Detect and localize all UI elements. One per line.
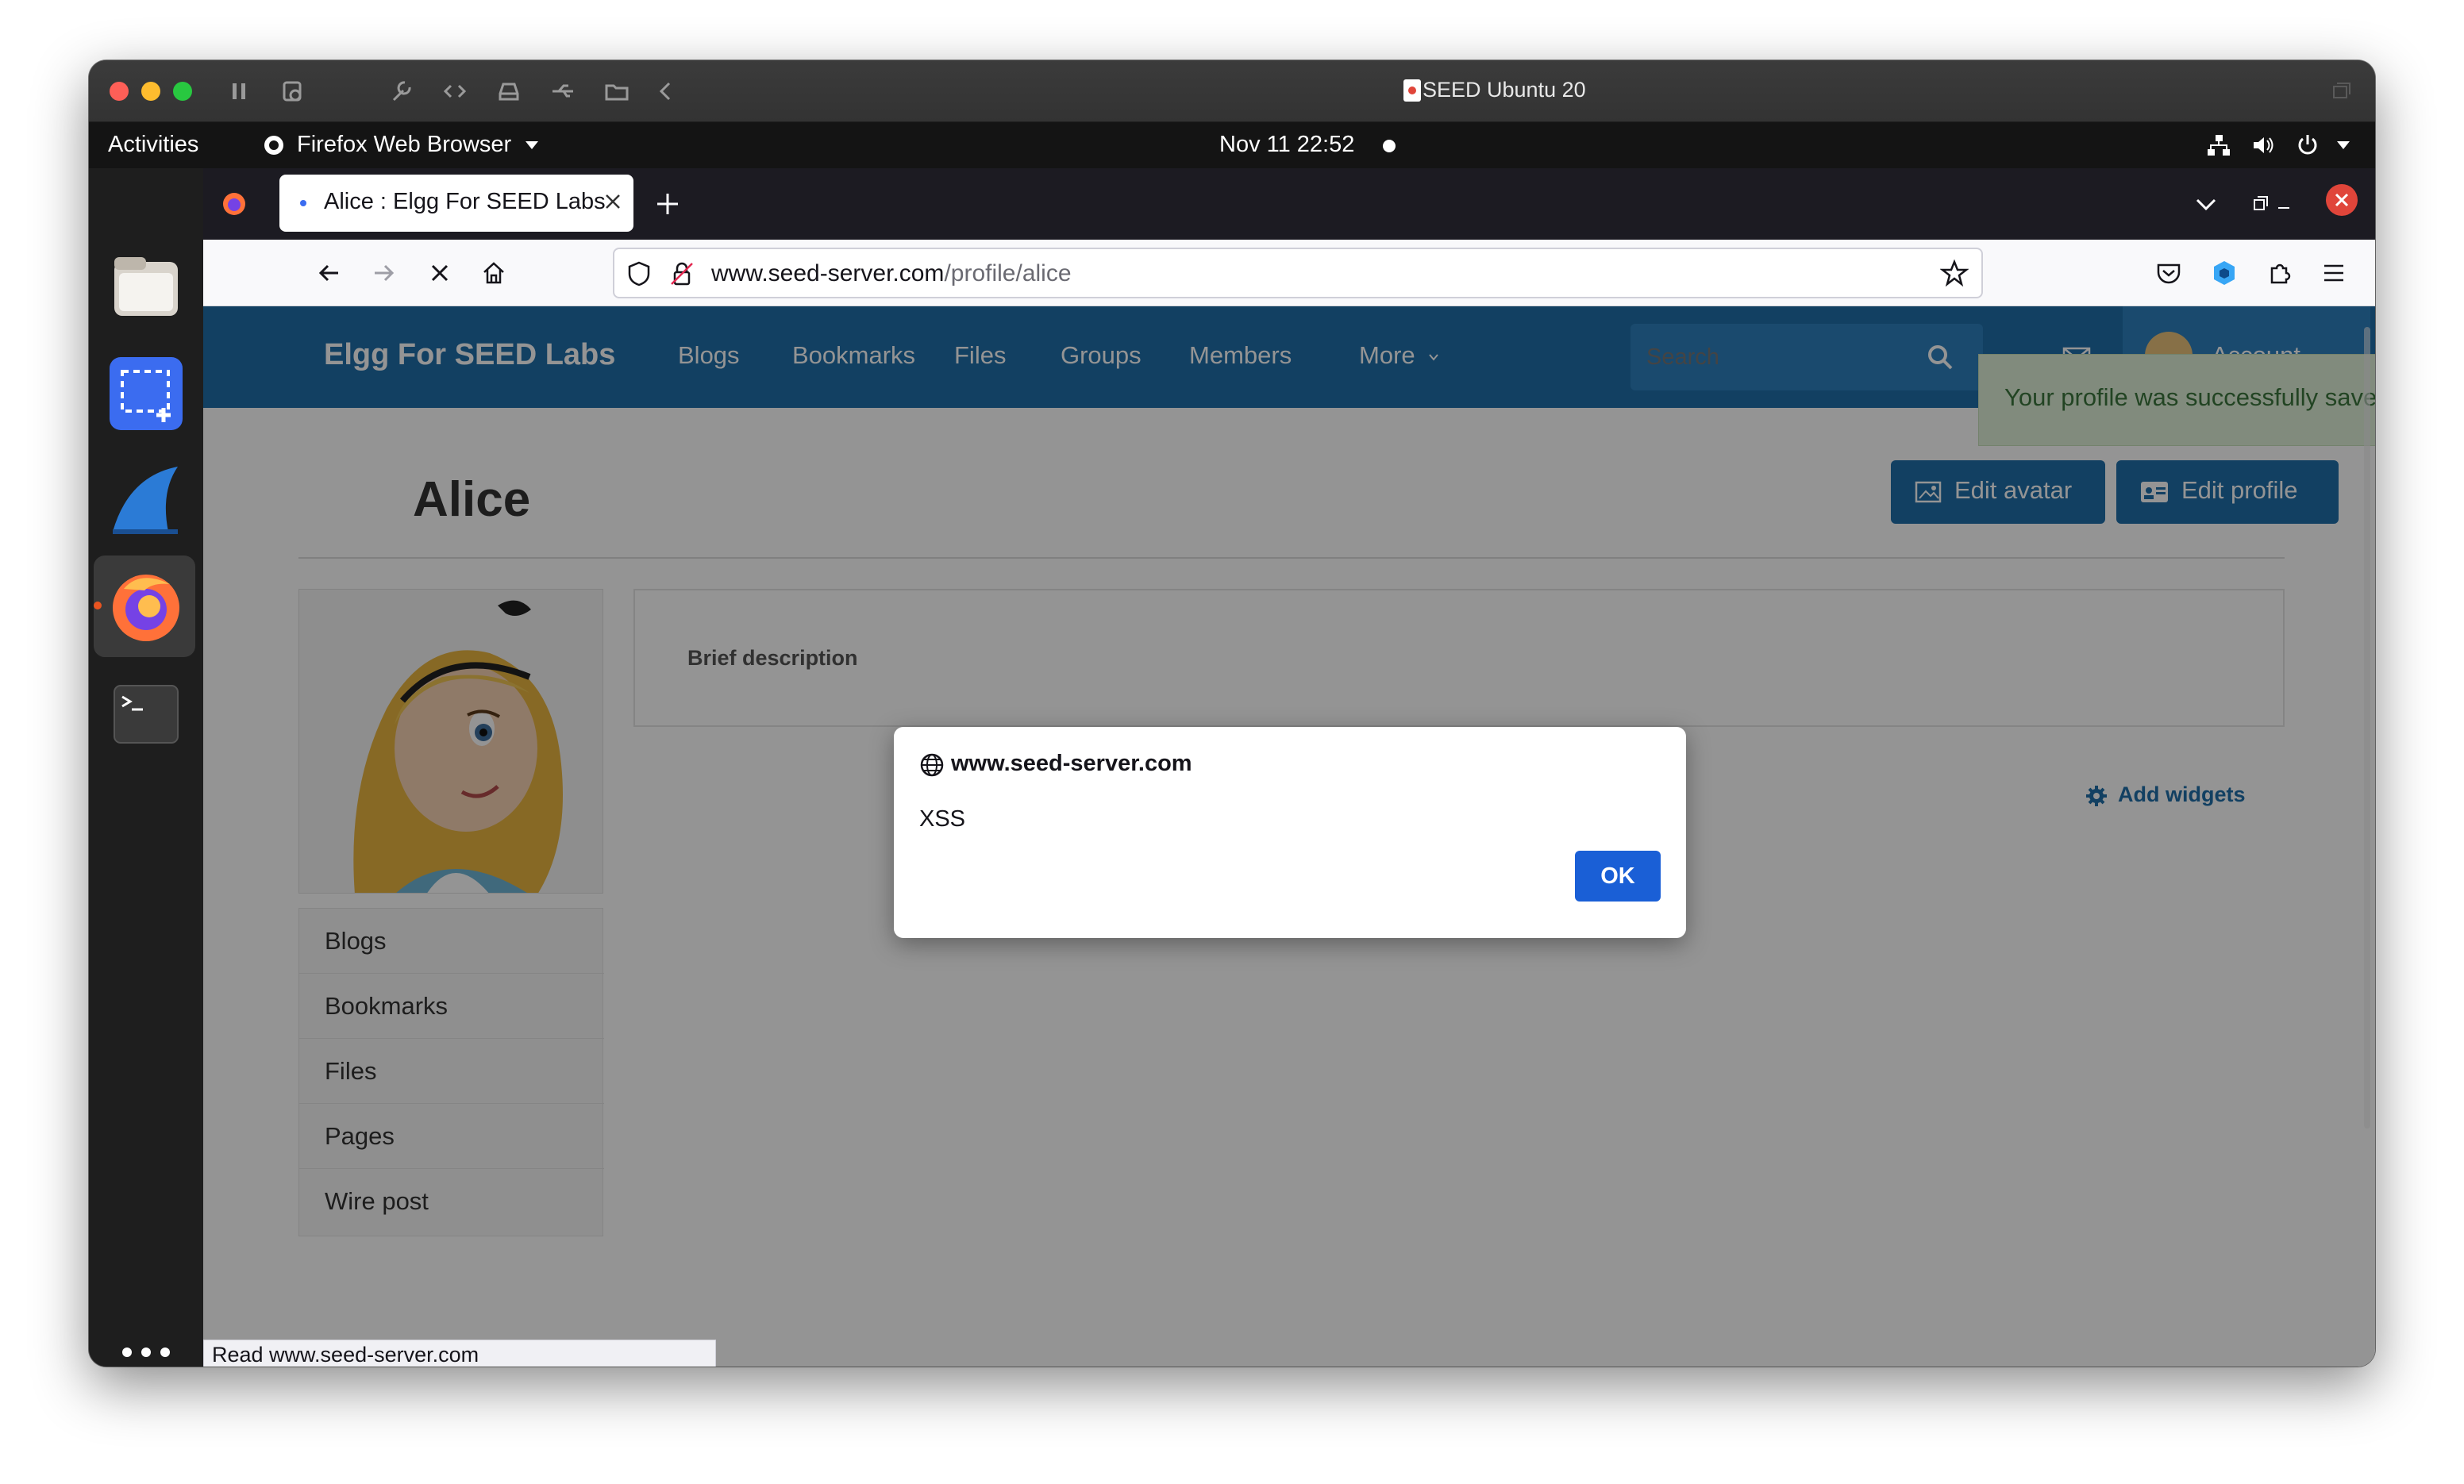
extension-cube-icon[interactable] xyxy=(2210,259,2239,287)
firefox-view-icon[interactable] xyxy=(221,190,248,217)
back-arrow-icon[interactable] xyxy=(314,259,343,287)
network-icon[interactable] xyxy=(2205,132,2232,159)
alert-dialog: www.seed-server.com XSS OK xyxy=(894,727,1686,938)
firefox-app-icon[interactable] xyxy=(105,565,187,648)
notification-dot-icon xyxy=(1383,140,1396,152)
browser-tab-active[interactable]: Alice : Elgg For SEED Labs xyxy=(279,175,633,232)
clock[interactable]: Nov 11 22:52 xyxy=(1219,132,1354,158)
wireshark-app-icon[interactable] xyxy=(105,460,187,543)
ubuntu-dock xyxy=(89,168,203,1367)
tab-loading-icon xyxy=(300,200,306,206)
vm-window: SEED Ubuntu 20 Activities Firefox Web Br… xyxy=(89,60,2375,1367)
code-arrows-icon[interactable] xyxy=(441,78,468,105)
hamburger-menu-icon[interactable] xyxy=(2320,259,2348,287)
usb-icon[interactable] xyxy=(549,78,576,105)
screenshot-app-icon[interactable] xyxy=(105,352,187,435)
url-bar[interactable]: www.seed-server.com/profile/alice xyxy=(613,248,1983,298)
extensions-puzzle-icon[interactable] xyxy=(2266,259,2294,287)
active-app-indicator xyxy=(94,602,102,609)
drive-icon[interactable] xyxy=(495,78,522,105)
files-app-icon[interactable] xyxy=(105,246,187,329)
url-domain: www.seed-server.com xyxy=(711,260,945,286)
wrench-icon[interactable] xyxy=(387,78,414,105)
tab-title: Alice : Elgg For SEED Labs xyxy=(324,189,606,214)
chevron-left-icon[interactable] xyxy=(653,78,680,105)
shared-folder-icon[interactable] xyxy=(603,78,630,105)
pocket-icon[interactable] xyxy=(2154,259,2183,287)
vm-titlebar: SEED Ubuntu 20 xyxy=(89,60,2375,122)
volume-icon[interactable] xyxy=(2250,132,2277,159)
activities-button[interactable]: Activities xyxy=(108,132,198,158)
chevron-down-icon xyxy=(524,140,540,151)
power-icon[interactable] xyxy=(2294,132,2321,159)
shield-icon[interactable] xyxy=(626,260,653,287)
globe-icon xyxy=(919,752,945,778)
url-path: /profile/alice xyxy=(944,260,1072,286)
browser-minimize-icon[interactable] xyxy=(2270,190,2297,217)
url-text: www.seed-server.com/profile/alice xyxy=(711,260,1072,287)
alert-origin: www.seed-server.com xyxy=(951,751,1192,776)
minimize-window-button[interactable] xyxy=(141,82,160,101)
alert-ok-button[interactable]: OK xyxy=(1575,851,1661,902)
forward-arrow-icon[interactable] xyxy=(370,259,398,287)
ubuntu-top-bar: Activities Firefox Web Browser Nov 11 22… xyxy=(89,122,2375,168)
fullscreen-icon[interactable] xyxy=(2327,78,2354,105)
system-menu-chevron-icon[interactable] xyxy=(2335,140,2351,151)
vm-title: SEED Ubuntu 20 xyxy=(1423,78,1586,102)
alert-message: XSS xyxy=(919,806,966,832)
tab-close-icon[interactable] xyxy=(600,187,626,216)
app-menu[interactable]: Firefox Web Browser xyxy=(297,132,511,158)
pause-icon[interactable] xyxy=(225,78,252,105)
show-apps-grid-icon[interactable] xyxy=(121,1346,171,1367)
firefox-nav-bar: www.seed-server.com/profile/alice xyxy=(203,240,2375,306)
zoom-window-button[interactable] xyxy=(173,82,192,101)
insecure-lock-icon[interactable] xyxy=(668,260,695,287)
unused-36 xyxy=(2193,190,2220,217)
document-icon xyxy=(1403,79,1421,102)
browser-close-icon[interactable] xyxy=(2326,184,2358,216)
bookmark-star-icon[interactable] xyxy=(1940,259,1969,287)
page-scrollbar[interactable] xyxy=(2364,327,2370,1128)
close-window-button[interactable] xyxy=(110,82,129,101)
new-tab-plus-icon[interactable] xyxy=(653,189,683,219)
terminal-app-icon[interactable] xyxy=(105,673,187,755)
stop-loading-icon[interactable] xyxy=(425,259,454,287)
status-bar: Read www.seed-server.com xyxy=(203,1340,716,1367)
unused-30 xyxy=(2299,190,2326,217)
home-icon[interactable] xyxy=(479,259,508,287)
firefox-small-icon xyxy=(262,133,286,157)
snapshot-icon[interactable] xyxy=(279,78,306,105)
firefox-tab-bar: Alice : Elgg For SEED Labs xyxy=(203,168,2375,240)
